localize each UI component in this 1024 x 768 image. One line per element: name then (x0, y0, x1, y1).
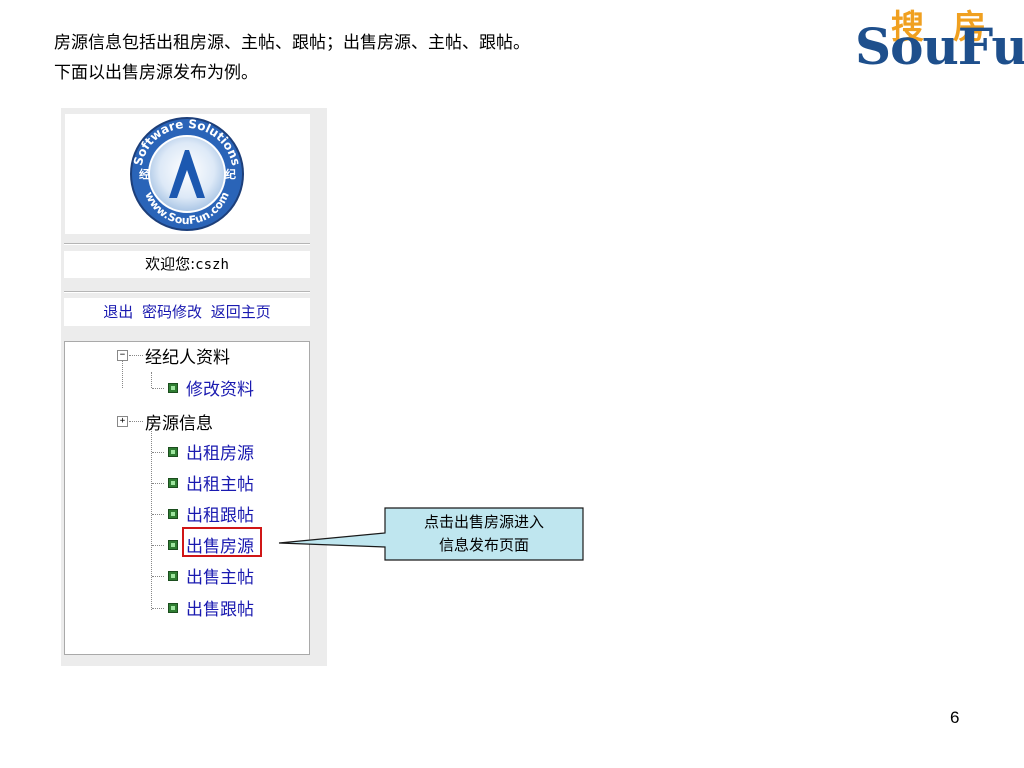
page-icon (168, 509, 178, 519)
page-icon (168, 571, 178, 581)
tree-line (152, 388, 164, 389)
tree-group-listings[interactable]: 房源信息 (145, 409, 213, 434)
intro-text: 房源信息包括出租房源、主帖、跟帖；出售房源、主帖、跟帖。 下面以出售房源发布为例… (54, 28, 530, 88)
badge-left-char: 经 (139, 167, 150, 181)
callout-line-1: 点击出售房源进入 (423, 513, 544, 531)
intro-line-2: 下面以出售房源发布为例。 (54, 63, 258, 83)
tree-group-broker-profile[interactable]: 经纪人资料 (145, 343, 230, 368)
logout-link[interactable]: 退出 (103, 303, 133, 321)
sale-listings-highlight (182, 527, 262, 557)
callout-line-2: 信息发布页面 (438, 536, 529, 554)
intro-line-1: 房源信息包括出租房源、主帖、跟帖；出售房源、主帖、跟帖。 (54, 33, 530, 53)
collapse-icon[interactable]: − (117, 350, 128, 361)
account-links: 退出 密码修改 返回主页 (64, 298, 310, 326)
page-icon (168, 540, 178, 550)
tree-item-edit-profile[interactable]: 修改资料 (186, 375, 254, 400)
tree-line (152, 452, 164, 453)
tree-line (152, 545, 164, 546)
badge-right-char: 纪 (225, 167, 236, 181)
tree-line (129, 421, 143, 422)
tree-item-rent-replies[interactable]: 出租跟帖 (186, 501, 254, 526)
nav-tree: − 经纪人资料 修改资料 + 房源信息 出租房源 出租主帖 出租跟帖 出售房源 … (64, 341, 310, 655)
tree-item-sale-main-posts[interactable]: 出售主帖 (186, 563, 254, 588)
page-icon (168, 447, 178, 457)
home-link[interactable]: 返回主页 (211, 303, 271, 321)
tree-item-rent-main-posts[interactable]: 出租主帖 (186, 470, 254, 495)
tree-line (151, 420, 152, 610)
tree-item-sale-replies[interactable]: 出售跟帖 (186, 595, 254, 620)
logo-wordmark: SouFun (855, 17, 1024, 76)
page-icon (168, 478, 178, 488)
divider (64, 243, 310, 245)
page-icon (168, 603, 178, 613)
broker-sidebar-panel: Software Solutions www.SouFun.com 经 纪 欢迎… (61, 108, 327, 666)
tree-line (151, 372, 152, 388)
tree-item-rent-listings[interactable]: 出租房源 (186, 439, 254, 464)
software-solutions-badge: Software Solutions www.SouFun.com 经 纪 (65, 114, 310, 234)
divider (64, 291, 310, 293)
soufun-logo: 搜 房 SouFun (855, 0, 1024, 76)
tree-line (152, 514, 164, 515)
welcome-label: 欢迎您: (145, 255, 196, 273)
page-number: 6 (950, 708, 960, 727)
expand-icon[interactable]: + (117, 416, 128, 427)
page-icon (168, 383, 178, 393)
tree-line (152, 483, 164, 484)
welcome-bar: 欢迎您:cszh (64, 251, 310, 278)
username: cszh (195, 257, 229, 273)
tree-line (152, 608, 164, 609)
tree-line (129, 355, 143, 356)
tree-line (152, 576, 164, 577)
callout-text: 点击出售房源进入 信息发布页面 (385, 508, 583, 560)
badge-icon: Software Solutions www.SouFun.com 经 纪 (130, 117, 244, 231)
change-password-link[interactable]: 密码修改 (142, 303, 202, 321)
